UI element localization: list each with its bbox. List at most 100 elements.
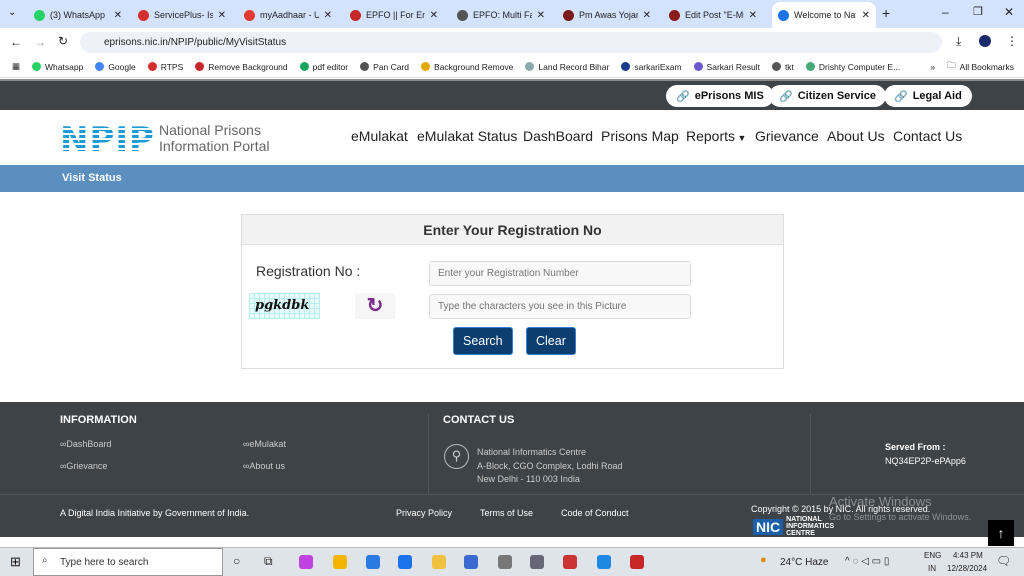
citizen-service-link[interactable]: 🔗 Citizen Service <box>769 85 886 107</box>
profile-avatar[interactable] <box>979 35 991 47</box>
taskbar-app-icon[interactable] <box>630 555 644 569</box>
bookmark-item[interactable]: Remove Background <box>195 62 288 72</box>
cortana-icon[interactable]: ○ <box>233 554 240 568</box>
close-tab-icon[interactable]: ✕ <box>218 10 226 21</box>
back-icon[interactable]: ← <box>10 35 22 49</box>
forward-icon[interactable]: → <box>34 35 46 49</box>
nav-reports[interactable]: Reports ▼ <box>686 128 746 144</box>
tray-icons[interactable]: ^ ◌ ◁ ▭ ▯ <box>845 556 889 567</box>
new-tab-button[interactable]: + <box>882 5 890 21</box>
nav-about-us[interactable]: About Us <box>827 128 885 144</box>
location-pin-icon: ⚲ <box>444 444 469 469</box>
clock-time[interactable]: 4:43 PM <box>953 551 983 560</box>
captcha-input[interactable] <box>429 294 691 319</box>
npip-logo[interactable]: NPIP <box>60 120 155 160</box>
weather-text[interactable]: 24°C Haze <box>780 557 828 568</box>
browser-tab[interactable]: Pm Awas Yojana ✕ <box>557 4 657 26</box>
label: ePrisons MIS <box>694 90 764 102</box>
taskbar-app-icon[interactable] <box>299 555 313 569</box>
bookmark-item[interactable]: tkt <box>771 62 794 72</box>
favicon-icon <box>669 9 680 21</box>
bookmark-item[interactable]: Google <box>95 62 136 72</box>
scroll-to-top-button[interactable]: ↑ <box>988 520 1014 546</box>
tab-title: Edit Post "E-Mul <box>685 10 744 20</box>
nav-dashboard[interactable]: DashBoard <box>523 128 593 144</box>
taskbar-app-icon[interactable] <box>464 555 478 569</box>
clear-button[interactable]: Clear <box>526 327 576 355</box>
apps-icon[interactable]: ▦ <box>12 61 20 72</box>
browser-tab[interactable]: Edit Post "E-Mul ✕ <box>663 4 763 26</box>
browser-tab[interactable]: EPFO: Multi Fact ✕ <box>451 4 551 26</box>
nav-contact-us[interactable]: Contact Us <box>893 128 962 144</box>
lang-in[interactable]: IN <box>928 564 936 573</box>
bookmark-item[interactable]: RTPS <box>147 62 183 72</box>
more-bookmarks-icon[interactable]: » <box>930 62 935 72</box>
terms-of-use-link[interactable]: Terms of Use <box>480 508 533 518</box>
footer-link-emulakat[interactable]: ∞eMulakat <box>243 439 286 449</box>
bookmark-item[interactable]: sarkariExam <box>621 62 682 72</box>
nav-prisons-map[interactable]: Prisons Map <box>601 128 679 144</box>
all-bookmarks[interactable]: 🗀 All Bookmarks <box>947 60 1014 74</box>
nav-emulakat-status[interactable]: eMulakat Status <box>417 128 517 144</box>
registration-input[interactable] <box>429 261 691 286</box>
notifications-icon[interactable]: 🗨 <box>996 554 1011 568</box>
menu-icon[interactable]: ⋮ <box>1006 34 1018 48</box>
close-tab-icon[interactable]: ✕ <box>114 10 122 21</box>
restore-button[interactable]: ❐ <box>973 5 983 18</box>
bookmark-item[interactable]: Sarkari Result <box>693 62 760 72</box>
eprisons-mis-link[interactable]: 🔗 ePrisons MIS <box>666 85 774 107</box>
refresh-captcha-icon[interactable]: ↻ <box>355 293 395 319</box>
taskbar-app-icon[interactable] <box>333 555 347 569</box>
close-tab-icon[interactable]: ✕ <box>324 10 332 21</box>
taskbar-app-icon[interactable] <box>563 555 577 569</box>
lang-eng[interactable]: ENG <box>924 551 941 560</box>
nav-emulakat[interactable]: eMulakat <box>351 128 408 144</box>
footer-link-dashboard[interactable]: ∞DashBoard <box>60 439 111 449</box>
nav-grievance[interactable]: Grievance <box>755 128 819 144</box>
bookmark-item[interactable]: Background Remove <box>421 62 513 72</box>
bookmark-item[interactable]: Pan Card <box>360 62 409 72</box>
clock-date[interactable]: 12/28/2024 <box>947 564 987 573</box>
taskbar-search[interactable]: ⌕ Type here to search <box>33 548 223 576</box>
privacy-policy-link[interactable]: Privacy Policy <box>396 508 452 518</box>
close-window-button[interactable]: ✕ <box>1004 5 1014 19</box>
close-tab-icon[interactable]: ✕ <box>749 10 757 21</box>
close-tab-icon[interactable]: ✕ <box>430 10 438 21</box>
address-bar[interactable]: eprisons.nic.in/NPIP/public/MyVisitStatu… <box>80 32 942 53</box>
footer-link-about-us[interactable]: ∞About us <box>243 461 285 471</box>
taskbar-app-icon[interactable] <box>432 555 446 569</box>
minimize-button[interactable]: – <box>942 5 949 19</box>
legal-aid-link[interactable]: 🔗 Legal Aid <box>884 85 972 107</box>
bookmark-item[interactable]: Whatsapp <box>32 62 83 72</box>
taskbar-app-icon[interactable] <box>597 555 611 569</box>
bookmark-icon <box>621 62 631 71</box>
windows-start-icon[interactable]: ⊞ <box>10 554 21 570</box>
served-from-value: NQ34EP2P-ePApp6 <box>885 456 966 466</box>
browser-tab[interactable]: myAadhaar - Uni ✕ <box>238 4 338 26</box>
search-button[interactable]: Search <box>453 327 513 355</box>
bookmark-item[interactable]: Drishty Computer E... <box>805 62 900 72</box>
code-of-conduct-link[interactable]: Code of Conduct <box>561 508 629 518</box>
bookmark-label: Land Record Bihar <box>538 61 610 72</box>
label: Reports <box>686 128 736 144</box>
reload-icon[interactable]: ↻ <box>58 34 68 48</box>
browser-tab[interactable]: ServicePlus- Issu ✕ <box>132 4 232 26</box>
download-icon[interactable]: ⤓ <box>956 34 961 49</box>
url-text: eprisons.nic.in/NPIP/public/MyVisitStatu… <box>104 37 287 48</box>
browser-tab[interactable]: Welcome to Nati ✕ <box>772 2 876 28</box>
taskbar-app-icon[interactable] <box>398 555 412 569</box>
taskbar-app-icon[interactable] <box>366 555 380 569</box>
tab-search-icon[interactable]: ⌄ <box>8 7 16 18</box>
footer-link-grievance[interactable]: ∞Grievance <box>60 461 107 471</box>
task-view-icon[interactable]: ⧉ <box>264 554 273 569</box>
bookmark-item[interactable]: Land Record Bihar <box>525 62 609 72</box>
taskbar-app-icon[interactable] <box>498 555 512 569</box>
label: Citizen Service <box>797 90 876 102</box>
close-tab-icon[interactable]: ✕ <box>862 10 870 21</box>
bookmark-item[interactable]: pdf editor <box>299 62 348 72</box>
browser-tab[interactable]: EPFO || For Empl ✕ <box>344 4 444 26</box>
close-tab-icon[interactable]: ✕ <box>537 10 545 21</box>
taskbar-app-icon[interactable] <box>530 555 544 569</box>
close-tab-icon[interactable]: ✕ <box>643 10 651 21</box>
browser-tab[interactable]: (3) WhatsApp ✕ <box>28 4 128 26</box>
